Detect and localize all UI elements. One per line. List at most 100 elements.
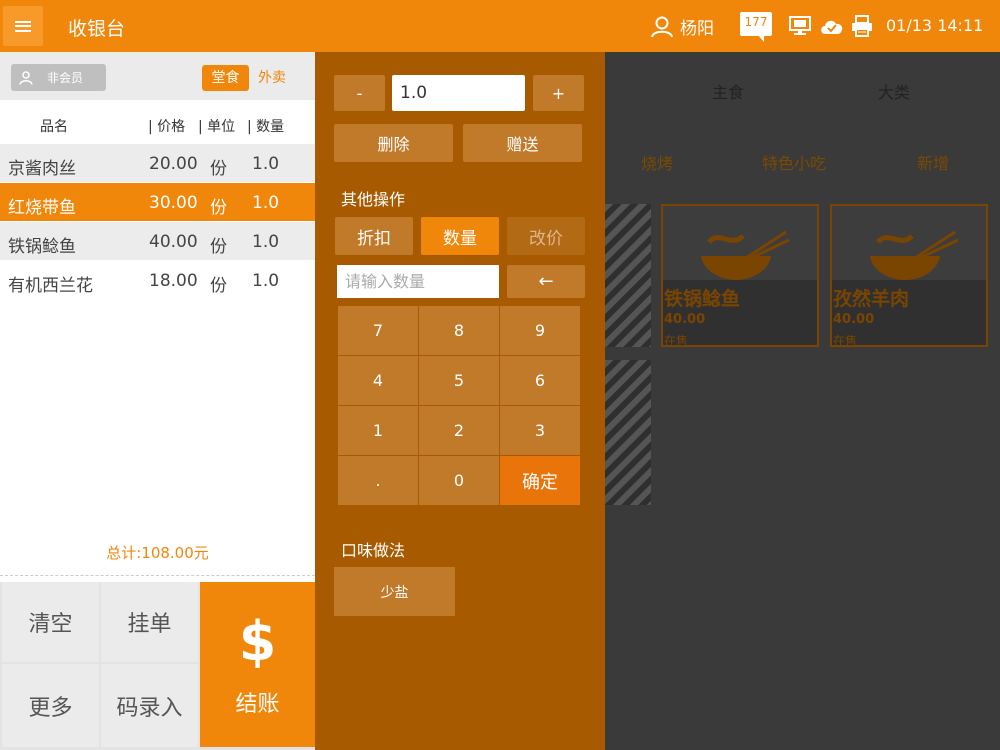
more-button[interactable]: 更多: [2, 664, 99, 747]
order-actions: 清空 挂单 更多 码录入 $ 结账: [0, 582, 315, 750]
food-image[interactable]: [605, 204, 651, 347]
key-1[interactable]: 1: [338, 406, 418, 455]
hold-order-button[interactable]: 挂单: [101, 582, 198, 662]
numpad-input[interactable]: [337, 265, 499, 298]
card-status: 在售: [833, 334, 858, 348]
item-unit: 份: [210, 276, 227, 296]
key-3[interactable]: 3: [500, 406, 580, 455]
clear-button[interactable]: 清空: [2, 582, 99, 662]
card-name: 孜然羊肉: [833, 288, 910, 310]
item-price: 40.00: [149, 232, 198, 252]
order-table-body: 京酱肉丝 20.00 份 1.0 红烧带鱼 30.00 份 1.0 铁锅鲶鱼 4…: [0, 144, 315, 300]
item-unit: 份: [210, 198, 227, 218]
item-price: 20.00: [149, 154, 198, 174]
food-image[interactable]: [605, 360, 651, 505]
item-unit: 份: [210, 159, 227, 179]
delete-button[interactable]: 删除: [334, 124, 453, 162]
category-main[interactable]: 大类: [878, 79, 910, 103]
col-qty: | 数量: [247, 119, 285, 135]
gift-button[interactable]: 赠送: [463, 124, 582, 162]
card-status: 在售: [664, 334, 689, 348]
key-7[interactable]: 7: [338, 306, 418, 355]
quantity-mode-button[interactable]: 数量: [421, 217, 499, 255]
order-table-header: 品名 | 价格 | 单位 | 数量: [0, 106, 315, 144]
bowl-icon: [701, 230, 790, 280]
menu-panel: 主食 大类 烧烤 特色小吃 新增 铁锅鲶鱼 40.00 在售 孜然羊肉 40.0…: [605, 52, 1000, 750]
taste-option-less-salt[interactable]: 少盐: [334, 567, 455, 616]
key-5[interactable]: 5: [419, 356, 499, 405]
decrement-button[interactable]: -: [334, 75, 385, 111]
item-price: 18.00: [149, 271, 198, 291]
member-icon: [19, 70, 33, 85]
quantity-field[interactable]: [392, 75, 525, 111]
taste-label: 口味做法: [341, 541, 406, 560]
menu-card[interactable]: 铁锅鲶鱼 40.00 在售: [661, 204, 819, 348]
subcategory-new[interactable]: 新增: [917, 150, 949, 174]
key-9[interactable]: 9: [500, 306, 580, 355]
category-staple[interactable]: 主食: [712, 79, 744, 103]
card-price: 40.00: [664, 312, 706, 327]
item-price: 30.00: [149, 193, 198, 213]
user-name: 杨阳: [680, 19, 714, 39]
tab-dine-in[interactable]: 堂食: [202, 65, 249, 91]
user-info[interactable]: 杨阳: [650, 14, 714, 39]
card-name: 铁锅鲶鱼: [664, 288, 741, 310]
key-2[interactable]: 2: [419, 406, 499, 455]
hamburger-icon: [15, 20, 31, 32]
change-price-button[interactable]: 改价: [507, 217, 585, 255]
table-row[interactable]: 有机西兰花 18.00 份 1.0: [0, 261, 315, 300]
message-badge[interactable]: 177: [740, 12, 772, 42]
subcategory-bbq[interactable]: 烧烤: [641, 150, 673, 174]
col-price: | 价格: [148, 119, 186, 135]
top-bar: 收银台 杨阳 177 01/13 14:11: [0, 0, 1000, 52]
checkout-button[interactable]: $ 结账: [200, 582, 315, 747]
item-qty: 1.0: [252, 193, 280, 213]
numpad: 7 8 9 4 5 6 1 2 3 . 0 确定: [338, 306, 581, 505]
checkout-label: 结账: [235, 692, 280, 717]
menu-card[interactable]: 孜然羊肉 40.00 在售: [830, 204, 988, 348]
item-name: 京酱肉丝: [8, 159, 76, 179]
member-row: 非会员 堂食 外卖: [0, 52, 315, 100]
key-4[interactable]: 4: [338, 356, 418, 405]
backspace-button[interactable]: ←: [507, 265, 585, 298]
divider: [0, 575, 315, 576]
key-6[interactable]: 6: [500, 356, 580, 405]
item-name: 铁锅鲶鱼: [8, 237, 76, 257]
item-unit: 份: [210, 237, 227, 257]
item-qty: 1.0: [252, 232, 280, 252]
tab-takeout[interactable]: 外卖: [258, 65, 286, 91]
dollar-icon: $: [238, 610, 277, 673]
col-unit: | 单位: [198, 119, 236, 135]
item-qty: 1.0: [252, 154, 280, 174]
key-0[interactable]: 0: [419, 456, 499, 505]
monitor-icon[interactable]: [789, 16, 811, 36]
member-label: 非会员: [47, 71, 84, 85]
item-edit-panel: - + 删除 赠送 其他操作 折扣 数量 改价 ← 7 8 9 4 5 6 1 …: [315, 52, 605, 750]
confirm-button[interactable]: 确定: [500, 456, 580, 505]
printer-icon[interactable]: [851, 15, 873, 37]
order-total: 总计:108.00元: [106, 544, 209, 562]
bowl-icon: [870, 230, 959, 280]
item-qty: 1.0: [252, 271, 280, 291]
col-name: 品名: [40, 119, 68, 135]
increment-button[interactable]: +: [533, 75, 584, 111]
other-ops-label: 其他操作: [341, 190, 406, 209]
table-row[interactable]: 京酱肉丝 20.00 份 1.0: [0, 144, 315, 183]
key-dot[interactable]: .: [338, 456, 418, 505]
discount-button[interactable]: 折扣: [335, 217, 413, 255]
table-row[interactable]: 铁锅鲶鱼 40.00 份 1.0: [0, 222, 315, 261]
card-price: 40.00: [833, 312, 875, 327]
app-title: 收银台: [68, 18, 126, 40]
datetime: 01/13 14:11: [886, 16, 984, 35]
user-icon: [651, 16, 673, 37]
key-8[interactable]: 8: [419, 306, 499, 355]
order-panel: 非会员 堂食 外卖 品名 | 价格 | 单位 | 数量 京酱肉丝 20.00 份…: [0, 52, 315, 750]
menu-button[interactable]: [3, 6, 43, 46]
subcategory-snacks[interactable]: 特色小吃: [762, 150, 826, 174]
item-name: 有机西兰花: [8, 276, 93, 296]
table-row-selected[interactable]: 红烧带鱼 30.00 份 1.0: [0, 183, 315, 222]
item-name: 红烧带鱼: [8, 198, 76, 218]
member-button[interactable]: 非会员: [11, 64, 106, 91]
cloud-sync-icon[interactable]: [819, 16, 845, 36]
code-entry-button[interactable]: 码录入: [101, 664, 198, 747]
